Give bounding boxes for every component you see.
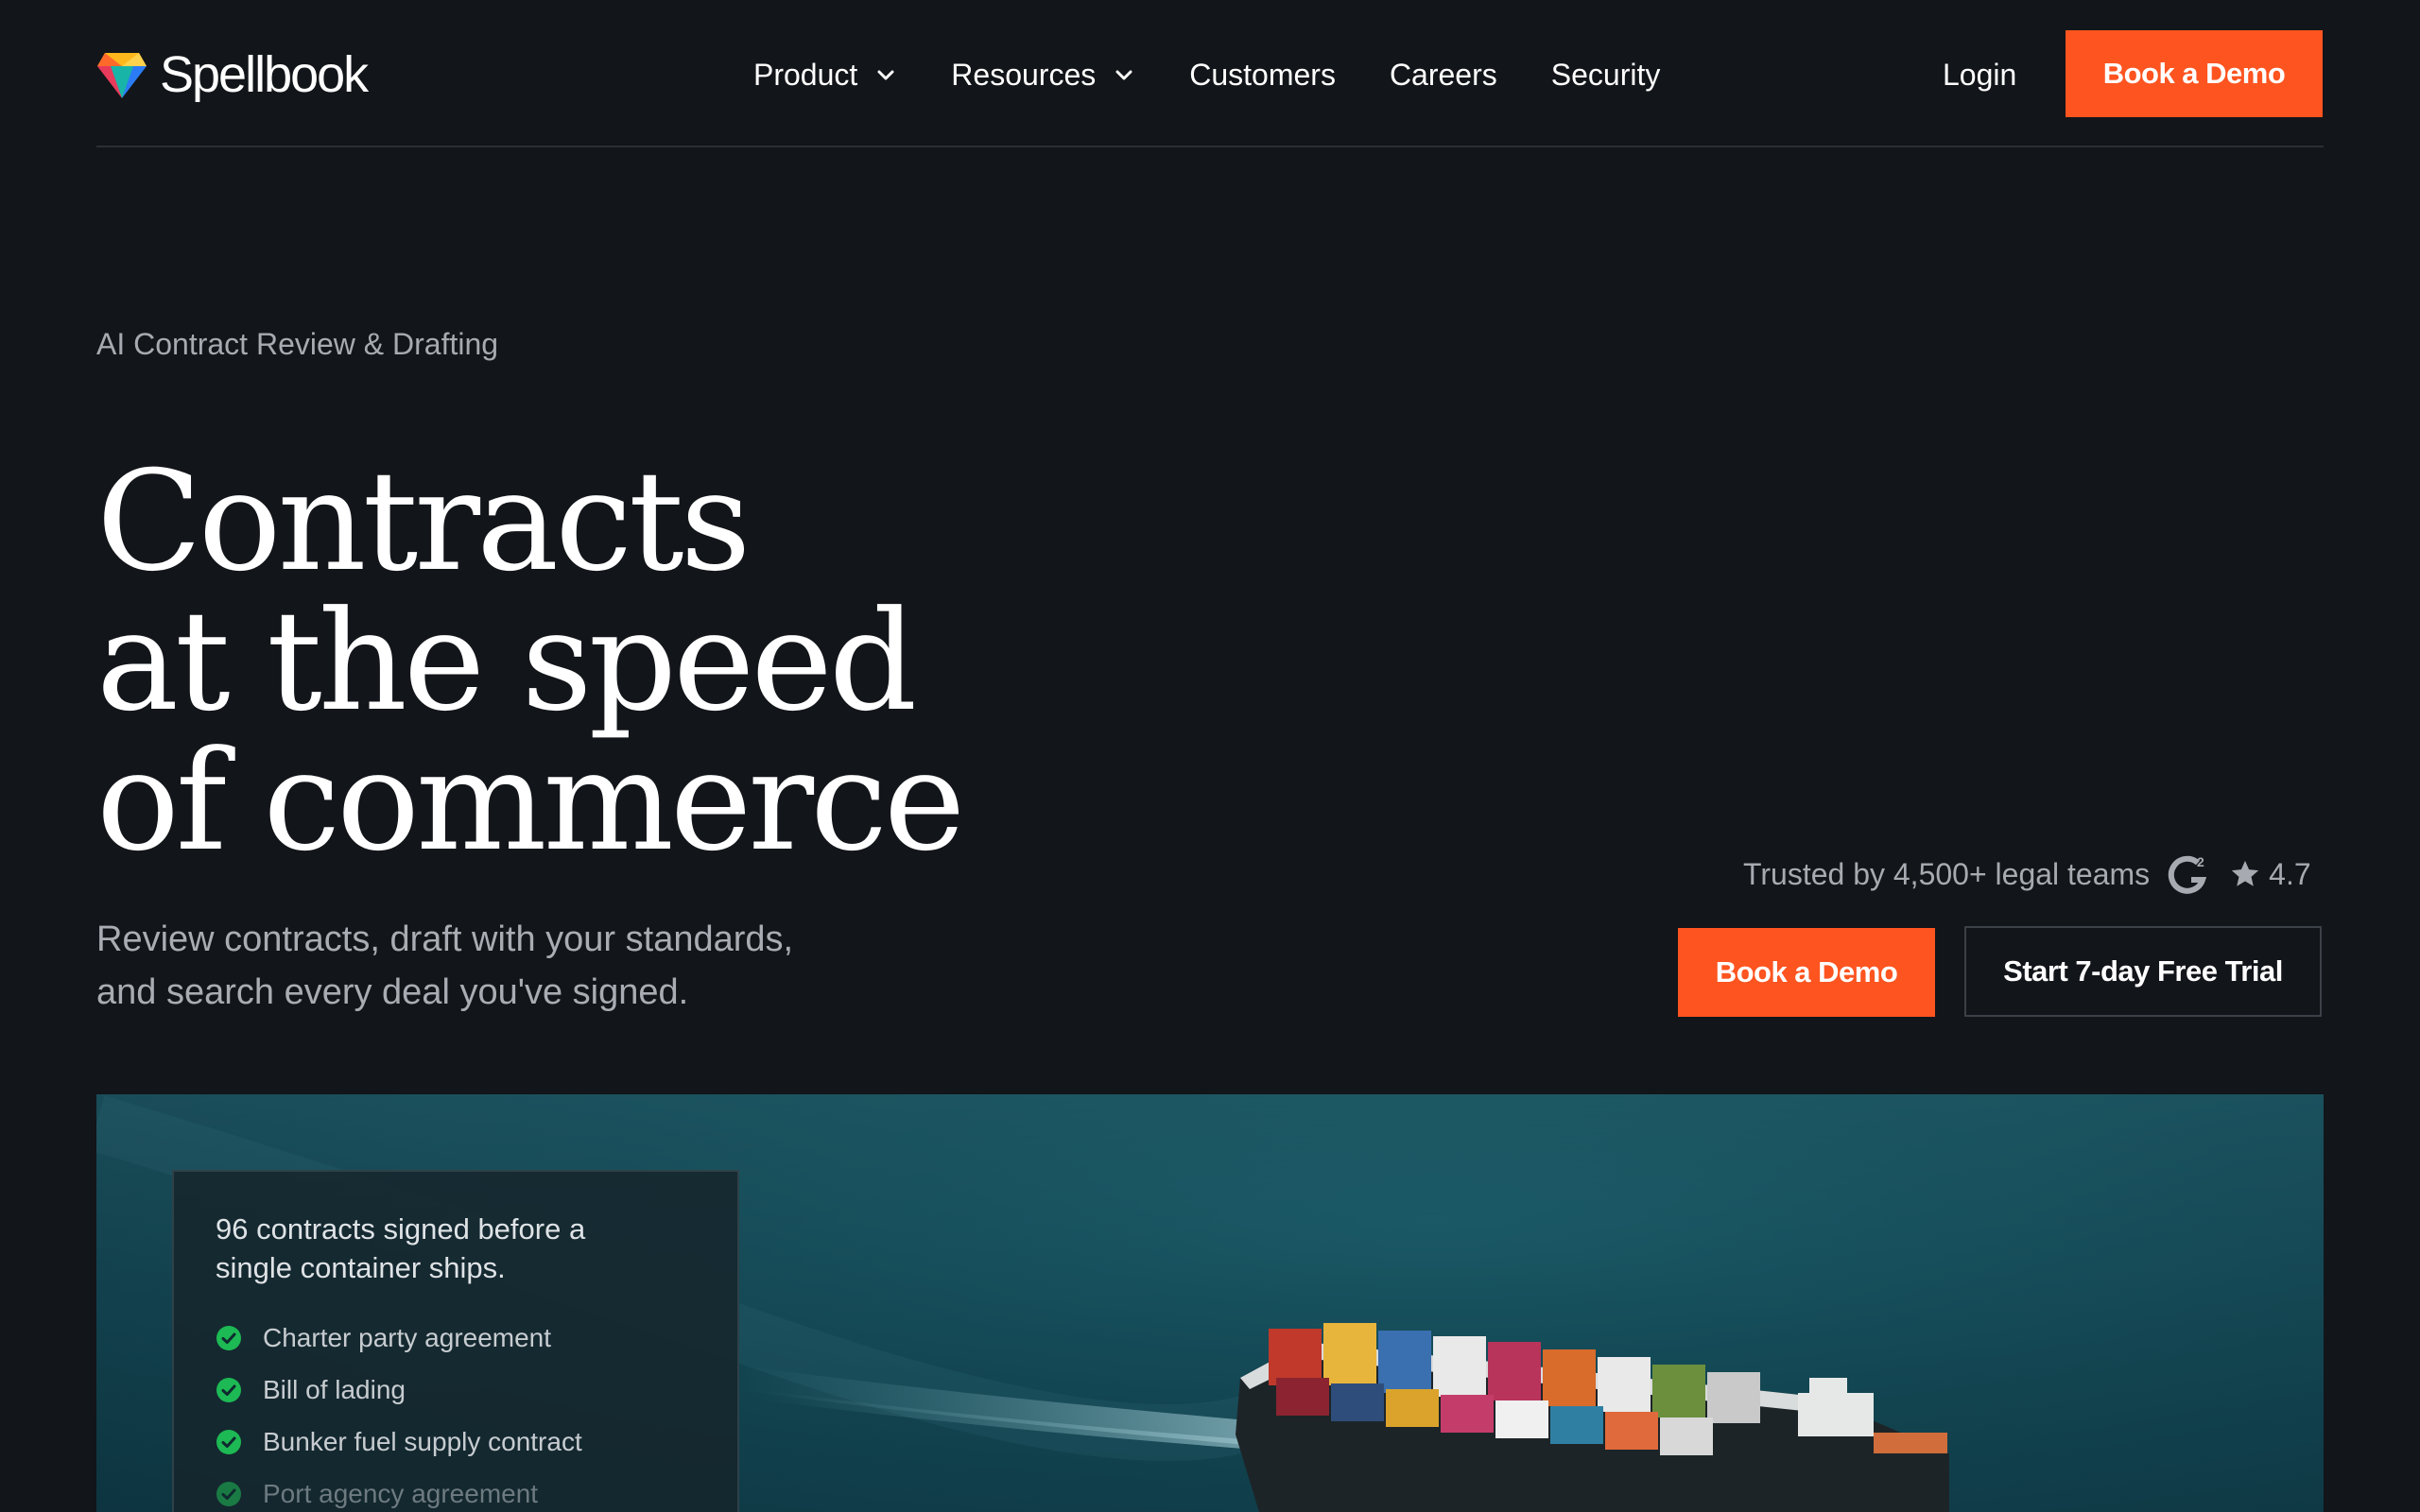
- chevron-down-icon: [877, 70, 894, 80]
- nav-item-resources[interactable]: Resources: [951, 51, 1135, 98]
- rating-value: 4.7: [2269, 856, 2311, 891]
- checklist-label: Bunker fuel supply contract: [263, 1426, 582, 1456]
- nav-item-product[interactable]: Product: [753, 51, 897, 98]
- headline-line: Contracts: [96, 441, 752, 602]
- nav-item-customers[interactable]: Customers: [1189, 51, 1336, 98]
- card-title: 96 contracts signed before a single cont…: [216, 1212, 586, 1284]
- hero-book-demo-button[interactable]: Book a Demo: [1678, 928, 1935, 1017]
- nav-item-security[interactable]: Security: [1551, 51, 1661, 98]
- nav-item-label: Customers: [1189, 57, 1336, 92]
- hero-headline: Contracts at the speed of commerce: [96, 441, 965, 882]
- headline-line: at the speed: [96, 581, 917, 742]
- checklist-label: Port agency agreement: [263, 1478, 539, 1508]
- nav-divider: [96, 146, 2324, 147]
- g2-logo-icon: 2: [2169, 854, 2207, 894]
- nav-item-label: Resources: [951, 57, 1097, 92]
- checklist-item: Bill of lading: [216, 1364, 696, 1416]
- checklist-item: Bunker fuel supply contract: [216, 1416, 696, 1468]
- nav-item-label: Product: [753, 57, 858, 92]
- checklist-label: Charter party agreement: [263, 1322, 552, 1352]
- book-demo-button[interactable]: Book a Demo: [2066, 30, 2323, 117]
- headline-line: of commerce: [96, 721, 965, 882]
- subhead-line: and search every deal you've signed.: [96, 972, 689, 1012]
- gem-icon: [97, 53, 147, 98]
- login-link[interactable]: Login: [1943, 51, 2016, 98]
- nav-item-label: Careers: [1389, 57, 1497, 92]
- contract-checklist-card: 96 contracts signed before a single cont…: [172, 1170, 739, 1512]
- check-circle-icon: [216, 1377, 241, 1402]
- trust-badge: Trusted by 4,500+ legal teams 2 4.7: [1743, 847, 2311, 902]
- star-icon: [2232, 860, 2259, 886]
- main-menu: Product Resources Customers Careers Secu…: [753, 51, 1660, 98]
- free-trial-button[interactable]: Start 7-day Free Trial: [1964, 926, 2322, 1017]
- nav-item-label: Security: [1550, 57, 1661, 92]
- trusted-text: Trusted by 4,500+ legal teams: [1743, 856, 2151, 891]
- checklist-item: Charter party agreement: [216, 1312, 696, 1364]
- check-circle-icon: [216, 1429, 241, 1454]
- brand-logo[interactable]: Spellbook: [97, 45, 369, 104]
- svg-text:2: 2: [2197, 854, 2204, 869]
- nav-item-careers[interactable]: Careers: [1390, 51, 1497, 98]
- rating: 4.7: [2229, 856, 2311, 892]
- container-ship-image: 96 contracts signed before a single cont…: [96, 1094, 2324, 1512]
- check-circle-icon: [216, 1481, 241, 1506]
- hero-eyebrow: AI Contract Review & Drafting: [96, 327, 499, 361]
- subhead-line: Review contracts, draft with your standa…: [96, 919, 794, 959]
- check-circle-icon: [216, 1325, 241, 1350]
- top-navigation: Spellbook Product Resources Customers Ca…: [0, 0, 2420, 147]
- chevron-down-icon: [1115, 70, 1132, 80]
- checklist-label: Bill of lading: [263, 1374, 406, 1404]
- hero-subheading: Review contracts, draft with your standa…: [96, 913, 872, 1019]
- checklist-item: Port agency agreement: [216, 1468, 696, 1512]
- brand-name: Spellbook: [160, 46, 369, 103]
